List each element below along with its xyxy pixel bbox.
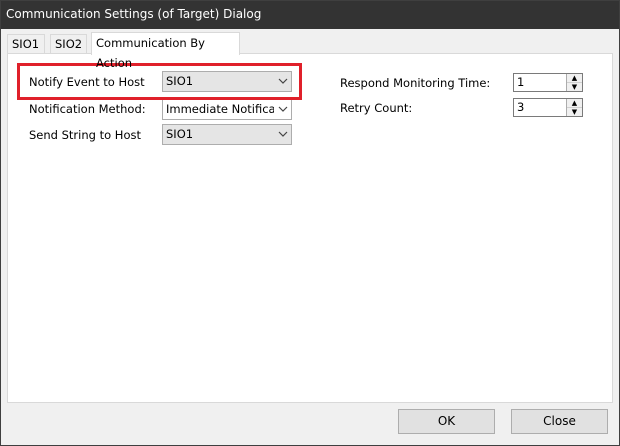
ok-button[interactable]: OK bbox=[398, 409, 495, 434]
send-string-dropdown[interactable]: SIO1 bbox=[162, 124, 292, 145]
spin-up-icon[interactable]: ▲ bbox=[567, 74, 582, 83]
spinner-buttons: ▲ ▼ bbox=[566, 99, 582, 116]
respond-monitoring-spinner[interactable]: 1 ▲ ▼ bbox=[513, 73, 583, 92]
spin-down-icon[interactable]: ▼ bbox=[567, 108, 582, 116]
send-string-label: Send String to Host bbox=[29, 128, 141, 142]
notification-method-value: Immediate Notificatic bbox=[166, 102, 290, 116]
notification-method-label: Notification Method: bbox=[29, 102, 146, 116]
chevron-down-icon bbox=[274, 125, 291, 144]
spinner-buttons: ▲ ▼ bbox=[566, 74, 582, 91]
respond-monitoring-value: 1 bbox=[517, 75, 525, 89]
spin-up-icon[interactable]: ▲ bbox=[567, 99, 582, 108]
close-button[interactable]: Close bbox=[511, 409, 608, 434]
tab-sio2[interactable]: SIO2 bbox=[50, 34, 87, 53]
tab-communication-by-action[interactable]: Communication By Action bbox=[91, 32, 240, 70]
title-bar[interactable]: Communication Settings (of Target) Dialo… bbox=[1, 1, 619, 29]
notification-method-dropdown[interactable]: Immediate Notificatic bbox=[162, 99, 292, 120]
retry-count-value: 3 bbox=[517, 100, 525, 114]
chevron-down-icon bbox=[274, 100, 291, 119]
window-title: Communication Settings (of Target) Dialo… bbox=[6, 7, 262, 21]
dialog-window: Communication Settings (of Target) Dialo… bbox=[0, 0, 620, 446]
tab-sio1[interactable]: SIO1 bbox=[7, 34, 45, 53]
retry-count-spinner[interactable]: 3 ▲ ▼ bbox=[513, 98, 583, 117]
respond-monitoring-label: Respond Monitoring Time: bbox=[340, 76, 491, 90]
retry-count-label: Retry Count: bbox=[340, 101, 413, 115]
send-string-value: SIO1 bbox=[166, 127, 194, 141]
highlight-box bbox=[17, 63, 302, 100]
spin-down-icon[interactable]: ▼ bbox=[567, 83, 582, 91]
